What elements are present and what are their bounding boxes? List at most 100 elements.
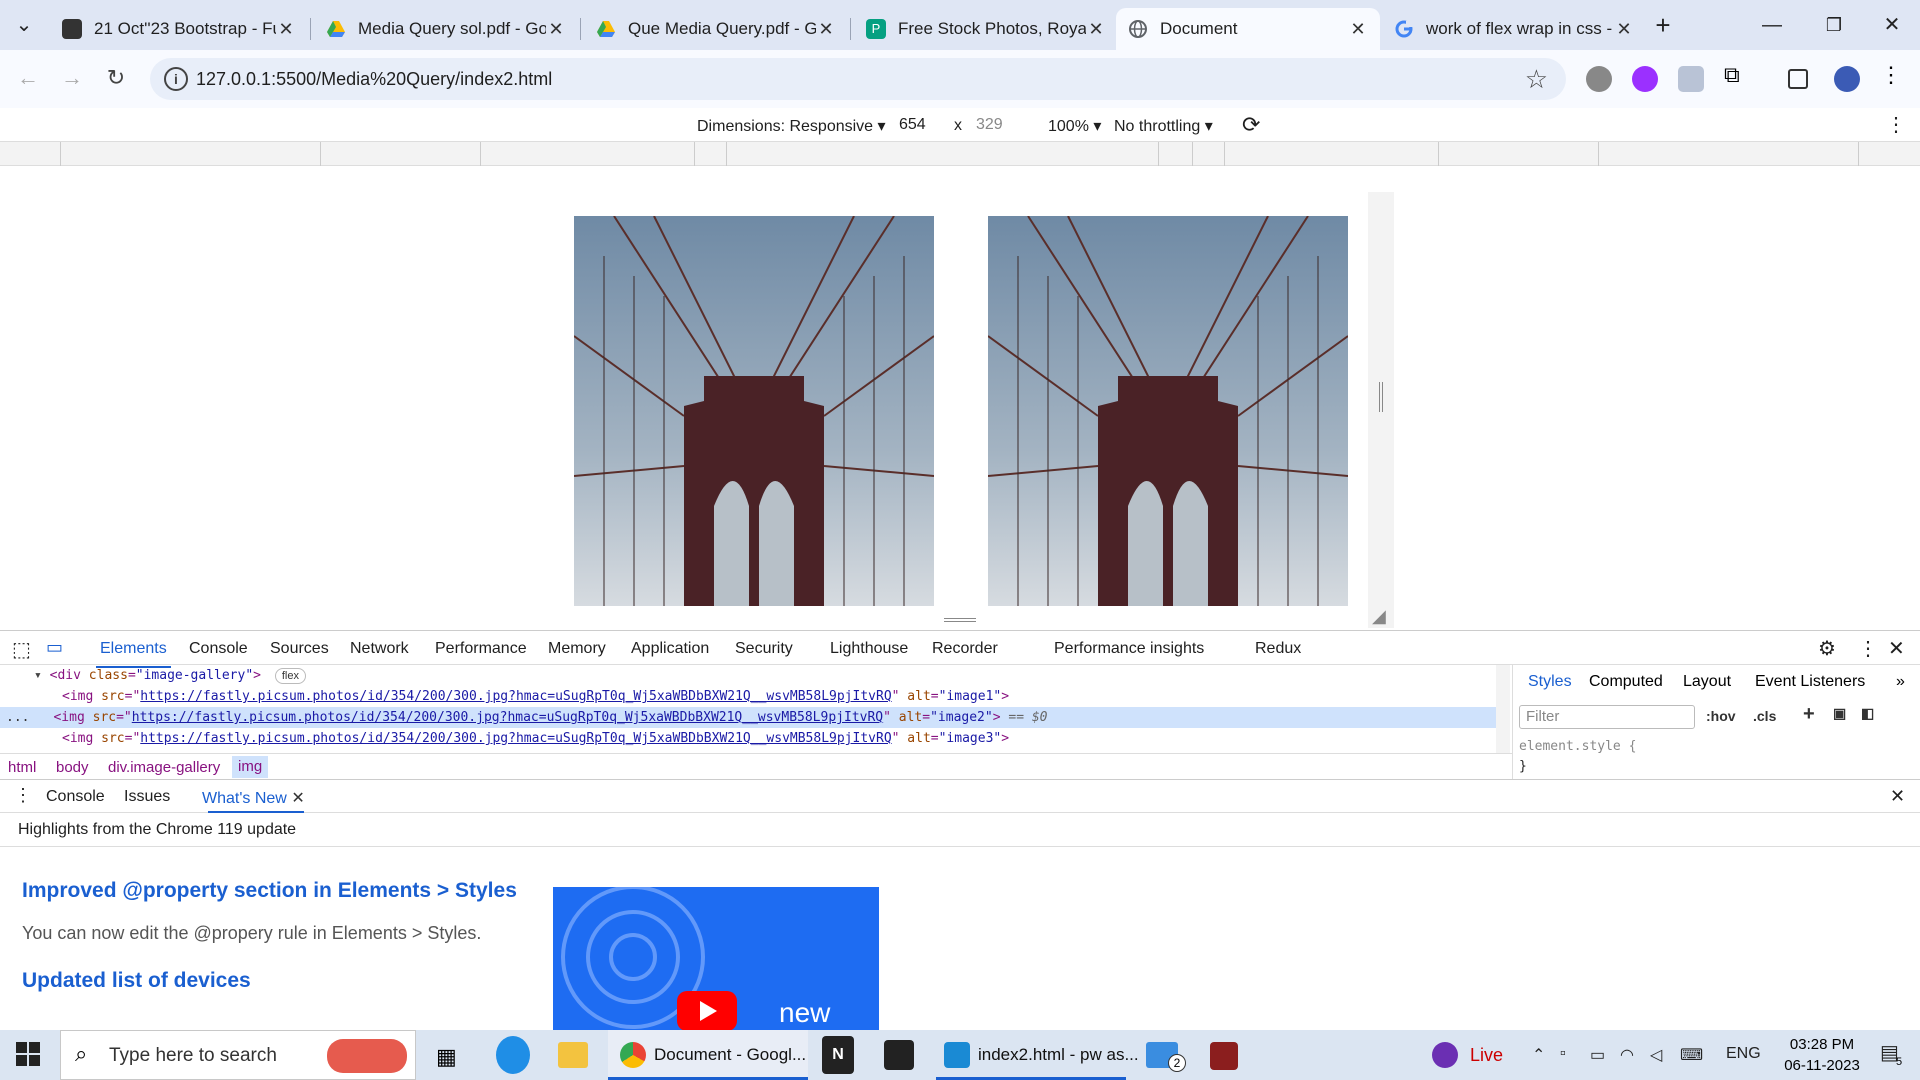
devtools-menu-icon[interactable]: ⋮	[1858, 636, 1878, 661]
bug-extension-icon[interactable]	[1586, 66, 1612, 92]
zoom-dropdown[interactable]: 100% ▾	[1048, 116, 1101, 136]
drawer-tab-console[interactable]: Console	[46, 788, 105, 806]
notion-icon[interactable]: N	[822, 1036, 854, 1074]
cls-button[interactable]: .cls	[1753, 708, 1776, 724]
bridge-image-1[interactable]	[574, 216, 934, 606]
drawer-tab-issues[interactable]: Issues	[124, 788, 170, 806]
tray-chevron-icon[interactable]: ⌃	[1532, 1045, 1545, 1065]
tab-memory[interactable]: Memory	[548, 640, 606, 658]
crumb-body[interactable]: body	[56, 759, 89, 776]
browser-menu-icon[interactable]: ⋮	[1880, 62, 1906, 88]
rotate-icon[interactable]: ⟳	[1242, 112, 1260, 138]
flex-badge[interactable]: flex	[274, 668, 306, 684]
hov-button[interactable]: :hov	[1706, 708, 1736, 724]
viewport-width-resizer[interactable]	[1368, 192, 1394, 628]
tab-elements[interactable]: Elements	[96, 640, 171, 668]
taskbar-vscode-app[interactable]: index2.html - pw as...	[936, 1030, 1139, 1080]
drawer-tab-whats-new[interactable]: What's New ✕	[202, 788, 305, 808]
dimensions-dropdown[interactable]: Dimensions: Responsive ▾	[697, 116, 886, 136]
media-query-ruler[interactable]	[0, 142, 1920, 166]
minimize-window-button[interactable]: —	[1752, 8, 1792, 42]
tab-layout[interactable]: Layout	[1683, 673, 1731, 691]
close-tab-icon[interactable]: ✕	[1614, 19, 1634, 40]
tab-recorder[interactable]: Recorder	[932, 640, 998, 658]
tab-console[interactable]: Console	[189, 640, 248, 658]
src-link[interactable]: https://fastly.picsum.photos/id/354/200/…	[132, 710, 883, 725]
tab-sources[interactable]: Sources	[270, 640, 329, 658]
bookmark-star-icon[interactable]: ☆	[1525, 64, 1548, 95]
purple-extension-icon[interactable]	[1632, 66, 1658, 92]
tab-application[interactable]: Application	[631, 640, 709, 658]
restore-window-button[interactable]: ❐	[1814, 8, 1854, 42]
browser-tab-flex-wrap[interactable]: work of flex wrap in css - G ✕	[1382, 8, 1646, 50]
src-link[interactable]: https://fastly.picsum.photos/id/354/200/…	[140, 689, 891, 704]
wifi-icon[interactable]: ◠	[1620, 1045, 1634, 1065]
close-devtools-icon[interactable]: ✕	[1888, 636, 1905, 661]
inspect-element-icon[interactable]: ⬚	[12, 637, 31, 662]
battery-icon[interactable]: ▭	[1590, 1045, 1605, 1065]
dom-node-img3[interactable]: <img src="https://fastly.picsum.photos/i…	[0, 728, 1496, 749]
tab-performance-insights[interactable]: Performance insights	[1054, 640, 1204, 658]
tab-security[interactable]: Security	[735, 640, 793, 658]
terminal-icon[interactable]	[884, 1040, 914, 1070]
forward-button[interactable]: →	[54, 60, 90, 96]
browser-tab-bootstrap[interactable]: 21 Oct''23 Bootstrap - Full ✕	[50, 8, 308, 50]
tab-network[interactable]: Network	[350, 640, 409, 658]
tab-performance[interactable]: Performance	[435, 640, 527, 658]
more-tabs-chevron-icon[interactable]: »	[1896, 673, 1905, 691]
device-toggle-icon[interactable]: ▭	[46, 637, 63, 658]
tab-lighthouse[interactable]: Lighthouse	[830, 640, 908, 658]
new-tab-button[interactable]: +	[1643, 8, 1683, 42]
tray-device-icon[interactable]: ▫	[1560, 1045, 1566, 1063]
viewport-height-resizer[interactable]	[550, 606, 1368, 628]
bridge-image-2[interactable]	[988, 216, 1348, 606]
toggle-sidebar-icon[interactable]: ◧	[1861, 705, 1874, 722]
viewport-width-input[interactable]: 654	[893, 112, 948, 138]
tab-search-button[interactable]: ⌄	[4, 8, 44, 42]
site-info-icon[interactable]: i	[164, 67, 188, 91]
dom-node-img1[interactable]: <img src="https://fastly.picsum.photos/i…	[0, 686, 1496, 707]
dom-node-gallery[interactable]: ▾ <div class="image-gallery"> flex	[0, 665, 1496, 686]
close-tab-icon[interactable]: ✕	[546, 19, 566, 40]
back-button[interactable]: ←	[10, 60, 46, 96]
close-window-button[interactable]: ✕	[1872, 8, 1912, 42]
close-drawer-icon[interactable]: ✕	[1890, 786, 1905, 807]
element-style-rule[interactable]: element.style { }	[1519, 737, 1636, 777]
reload-button[interactable]: ↻	[98, 60, 134, 96]
taskbar-chrome-app[interactable]: Document - Googl...	[608, 1030, 808, 1080]
throttling-dropdown[interactable]: No throttling ▾	[1114, 116, 1213, 136]
whats-new-video[interactable]: new	[553, 887, 879, 1031]
settings-gear-icon[interactable]: ⚙	[1818, 636, 1836, 661]
browser-tab-free-stock-photos[interactable]: P Free Stock Photos, Royalty ✕	[854, 8, 1118, 50]
windows-start-icon[interactable]	[16, 1042, 40, 1080]
clock[interactable]: 03:28 PM 06-11-2023	[1770, 1034, 1874, 1076]
extensions-puzzle-icon[interactable]: ⧉	[1724, 62, 1750, 88]
dom-scrollbar[interactable]	[1496, 665, 1510, 753]
paint-brush-icon[interactable]: ▣	[1833, 705, 1846, 722]
crumb-div-image-gallery[interactable]: div.image-gallery	[108, 759, 220, 776]
expand-triangle-icon[interactable]: ▾	[34, 668, 42, 683]
language-indicator[interactable]: ENG	[1726, 1045, 1761, 1063]
task-view-icon[interactable]: ▦	[436, 1044, 457, 1080]
styles-filter-input[interactable]: Filter	[1519, 705, 1695, 729]
extension-icon[interactable]	[1678, 66, 1704, 92]
src-link[interactable]: https://fastly.picsum.photos/id/354/200/…	[140, 731, 891, 746]
live-globe-icon[interactable]	[1432, 1042, 1458, 1068]
dom-node-img2[interactable]: ... <img src="https://fastly.picsum.photo…	[0, 707, 1496, 728]
tab-redux[interactable]: Redux	[1255, 640, 1301, 658]
file-explorer-icon[interactable]	[558, 1042, 588, 1068]
close-tab-icon[interactable]: ✕	[1086, 19, 1106, 40]
browser-tab-que-media-query[interactable]: Que Media Query.pdf - Go ✕	[584, 8, 848, 50]
crumb-img[interactable]: img	[232, 756, 269, 778]
browser-tab-media-query-sol[interactable]: Media Query sol.pdf - Goo ✕	[314, 8, 578, 50]
whats-new-heading-2[interactable]: Updated list of devices	[22, 969, 251, 993]
drawer-menu-icon[interactable]: ⋮	[14, 785, 32, 806]
tab-event-listeners[interactable]: Event Listeners	[1755, 673, 1865, 691]
address-url[interactable]: 127.0.0.1:5500/Media%20Query/index2.html	[196, 69, 552, 90]
live-label[interactable]: Live	[1470, 1045, 1503, 1066]
corner-resize-icon[interactable]: ◢	[1372, 606, 1386, 627]
tab-computed[interactable]: Computed	[1589, 673, 1663, 691]
viewport-height-input[interactable]: 329	[970, 112, 1025, 138]
browser-tab-document[interactable]: Document ✕	[1116, 8, 1380, 50]
whats-new-heading-1[interactable]: Improved @property section in Elements >…	[22, 879, 517, 903]
